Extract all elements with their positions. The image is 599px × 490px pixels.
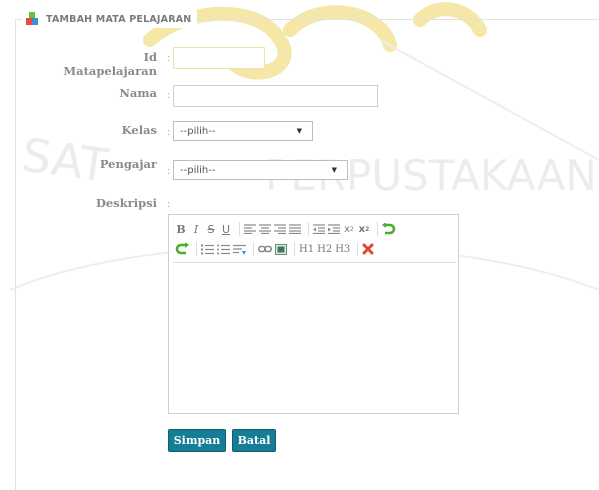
blocks-icon [26, 12, 38, 25]
dropdown-arrow-icon: ▼ [296, 127, 302, 135]
pengajar-select-value: --pilih-- [180, 164, 216, 176]
pengajar-label: Pengajar [99, 157, 157, 171]
kelas-label: Kelas [121, 123, 157, 137]
redo-icon[interactable] [382, 221, 396, 237]
pengajar-select[interactable]: --pilih-- ▼ [173, 160, 348, 180]
colon: : [167, 166, 171, 177]
form-title-bar: TAMBAH MATA PELAJARAN [22, 10, 198, 28]
strikethrough-button[interactable]: S [205, 221, 217, 237]
align-justify-icon[interactable] [289, 221, 301, 237]
toolbar-separator [239, 222, 240, 236]
undo-icon[interactable] [175, 241, 189, 257]
toolbar-separator [294, 242, 295, 256]
toolbar-separator [308, 222, 309, 236]
id-matapelajaran-input[interactable] [173, 47, 265, 69]
image-icon[interactable] [275, 241, 287, 257]
align-right-icon[interactable] [274, 221, 286, 237]
deskripsi-label: Deskripsi [95, 196, 157, 210]
form-title: TAMBAH MATA PELAJARAN [46, 13, 192, 25]
kelas-select[interactable]: --pilih-- ▼ [173, 121, 313, 141]
dropdown-arrow-icon: ▼ [331, 166, 337, 174]
nama-input[interactable] [173, 85, 378, 107]
bold-button[interactable]: B [175, 221, 187, 237]
id-matapelajaran-label: Id Matapelajaran [63, 50, 157, 78]
nama-label: Nama [119, 86, 157, 100]
heading-3-button[interactable]: H3 [335, 241, 350, 257]
toolbar-row-1: B I S U x2 x2 [175, 219, 455, 239]
format-icon[interactable] [233, 241, 246, 257]
ordered-list-icon[interactable] [201, 241, 214, 257]
colon: : [167, 53, 171, 64]
deskripsi-editor[interactable]: B I S U x2 x2 H1 H2 H3 [168, 214, 459, 414]
toolbar-separator [377, 222, 378, 236]
colon: : [167, 199, 171, 210]
italic-button[interactable]: I [190, 221, 202, 237]
toolbar-separator [196, 242, 197, 256]
simpan-button[interactable]: Simpan [168, 429, 226, 452]
toolbar-divider [173, 262, 456, 263]
colon: : [167, 90, 171, 101]
subscript-button[interactable]: x2 [343, 221, 355, 237]
toolbar-separator [253, 242, 254, 256]
colon: : [167, 127, 171, 138]
heading-1-button[interactable]: H1 [299, 241, 314, 257]
heading-2-button[interactable]: H2 [317, 241, 332, 257]
remove-format-icon[interactable] [362, 241, 374, 257]
editor-toolbar: B I S U x2 x2 H1 H2 H3 [175, 219, 455, 259]
superscript-button[interactable]: x2 [358, 221, 370, 237]
batal-button[interactable]: Batal [232, 429, 276, 452]
toolbar-separator [357, 242, 359, 256]
unordered-list-icon[interactable] [217, 241, 230, 257]
link-icon[interactable] [258, 241, 272, 257]
kelas-select-value: --pilih-- [180, 125, 216, 137]
toolbar-row-2: H1 H2 H3 [175, 239, 455, 259]
align-left-icon[interactable] [244, 221, 256, 237]
underline-button[interactable]: U [220, 221, 232, 237]
outdent-icon[interactable] [313, 221, 325, 237]
align-center-icon[interactable] [259, 221, 271, 237]
indent-icon[interactable] [328, 221, 340, 237]
